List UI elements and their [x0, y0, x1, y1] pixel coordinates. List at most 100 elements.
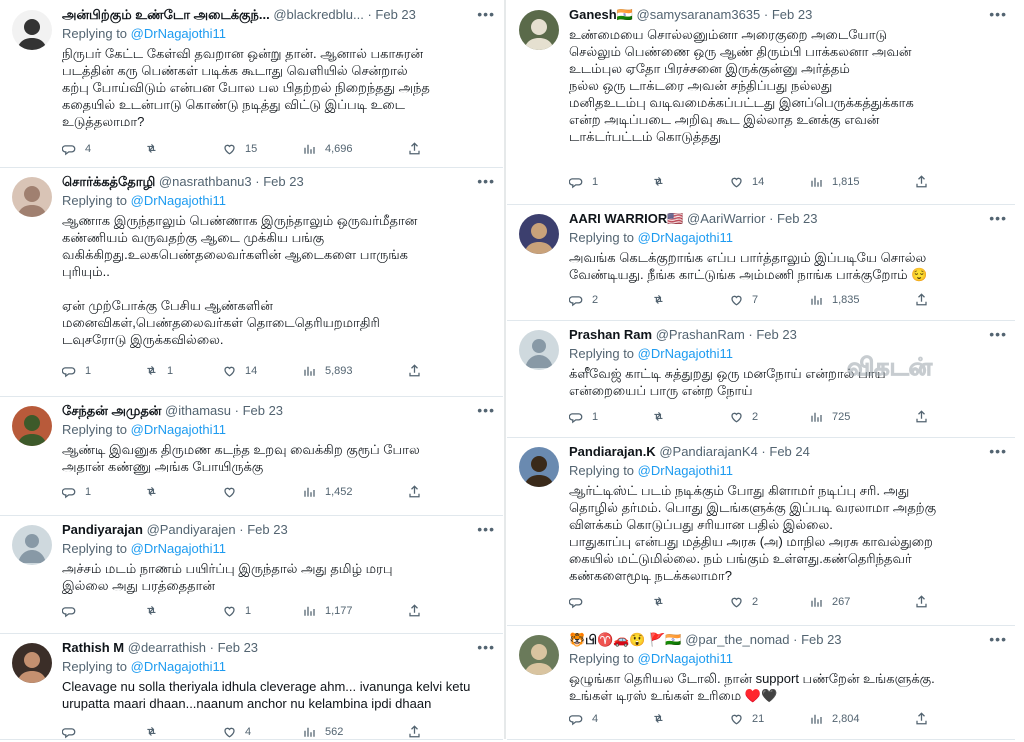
share-button[interactable] [407, 141, 422, 156]
like-button[interactable]: 14 [222, 363, 257, 378]
share-button[interactable] [407, 484, 422, 499]
avatar[interactable] [519, 635, 559, 675]
author-name[interactable]: AARI WARRIOR🇺🇸 [569, 211, 683, 226]
mention-link[interactable]: @DrNagajothi11 [131, 659, 226, 674]
views-button[interactable]: 4,696 [302, 141, 353, 156]
tweet-date[interactable]: Feb 23 [772, 7, 812, 22]
tweet-date[interactable]: Feb 23 [243, 403, 283, 418]
like-button[interactable]: 21 [729, 711, 764, 726]
reply-button[interactable]: 1 [569, 174, 598, 189]
views-button[interactable]: 1,835 [809, 292, 860, 307]
author-name[interactable]: அன்பிற்கும் உண்டோ அடைக்குந்... [62, 7, 270, 22]
views-button[interactable]: 1,452 [302, 484, 353, 499]
author-handle[interactable]: @PandiarajanK4 [659, 444, 757, 459]
author-handle[interactable]: @PrashanRam [656, 327, 745, 342]
mention-link[interactable]: @DrNagajothi11 [131, 422, 226, 437]
tweet-date[interactable]: Feb 23 [756, 327, 796, 342]
share-button[interactable] [407, 724, 422, 739]
retweet-button[interactable] [144, 724, 167, 739]
retweet-button[interactable] [144, 603, 167, 618]
avatar[interactable] [519, 214, 559, 254]
views-button[interactable]: 2,804 [809, 711, 860, 726]
views-button[interactable]: 725 [809, 409, 850, 424]
author-handle[interactable]: @par_the_nomad [685, 632, 789, 647]
author-name[interactable]: சொர்க்கத்தோழி [62, 174, 155, 189]
like-button[interactable]: 4 [222, 724, 251, 739]
reply-button[interactable]: 2 [569, 292, 598, 307]
like-button[interactable]: 14 [729, 174, 764, 189]
author-name[interactable]: Pandiarajan.K [569, 444, 656, 459]
tweet-date[interactable]: Feb 23 [263, 174, 303, 189]
share-button[interactable] [407, 603, 422, 618]
mention-link[interactable]: @DrNagajothi11 [131, 193, 226, 208]
tweet-date[interactable]: Feb 23 [375, 7, 415, 22]
retweet-button[interactable] [651, 409, 674, 424]
author-name[interactable]: 🐯பி♈🚗😲 🚩🇮🇳 [569, 632, 682, 647]
author-name[interactable]: Pandiyarajan [62, 522, 143, 537]
like-button[interactable] [222, 484, 245, 499]
like-button[interactable]: 2 [729, 594, 758, 609]
share-button[interactable] [914, 594, 929, 609]
author-name[interactable]: Ganesh🇮🇳 [569, 7, 633, 22]
reply-button[interactable] [62, 724, 85, 739]
views-button[interactable]: 267 [809, 594, 850, 609]
tweet-date[interactable]: Feb 23 [801, 632, 841, 647]
like-button[interactable]: 7 [729, 292, 758, 307]
avatar[interactable] [519, 10, 559, 50]
avatar[interactable] [519, 330, 559, 370]
reply-button[interactable] [62, 603, 85, 618]
author-handle[interactable]: @blackredblu... [273, 7, 364, 22]
reply-button[interactable]: 1 [62, 363, 91, 378]
reply-button[interactable] [569, 594, 592, 609]
retweet-button[interactable] [651, 292, 674, 307]
author-name[interactable]: Rathish M [62, 640, 124, 655]
avatar[interactable] [12, 643, 52, 683]
tweet-date[interactable]: Feb 24 [769, 444, 809, 459]
reply-button[interactable]: 1 [569, 409, 598, 424]
share-button[interactable] [914, 292, 929, 307]
retweet-button[interactable] [651, 174, 674, 189]
author-handle[interactable]: @samysaranam3635 [637, 7, 761, 22]
retweet-button[interactable] [651, 711, 674, 726]
avatar[interactable] [12, 177, 52, 217]
reply-button[interactable]: 1 [62, 484, 91, 499]
tweet-date[interactable]: Feb 23 [247, 522, 287, 537]
views-button[interactable]: 5,893 [302, 363, 353, 378]
share-button[interactable] [914, 174, 929, 189]
tweet-date[interactable]: Feb 23 [218, 640, 258, 655]
mention-link[interactable]: @DrNagajothi11 [638, 346, 733, 361]
avatar[interactable] [12, 10, 52, 50]
share-button[interactable] [914, 711, 929, 726]
author-name[interactable]: Prashan Ram [569, 327, 652, 342]
avatar[interactable] [519, 447, 559, 487]
like-button[interactable]: 2 [729, 409, 758, 424]
mention-link[interactable]: @DrNagajothi11 [638, 463, 733, 478]
like-button[interactable]: 1 [222, 603, 251, 618]
mention-link[interactable]: @DrNagajothi11 [131, 26, 226, 41]
author-handle[interactable]: @ithamasu [165, 403, 231, 418]
share-button[interactable] [407, 363, 422, 378]
tweet-date[interactable]: Feb 23 [777, 211, 817, 226]
avatar[interactable] [12, 406, 52, 446]
mention-link[interactable]: @DrNagajothi11 [638, 651, 733, 666]
retweet-button[interactable]: 1 [144, 363, 173, 378]
views-button[interactable]: 1,177 [302, 603, 353, 618]
author-handle[interactable]: @nasrathbanu3 [159, 174, 252, 189]
views-button[interactable]: 1,815 [809, 174, 860, 189]
reply-button[interactable]: 4 [62, 141, 91, 156]
retweet-button[interactable] [144, 141, 167, 156]
mention-link[interactable]: @DrNagajothi11 [638, 230, 733, 245]
retweet-button[interactable] [651, 594, 674, 609]
author-name[interactable]: சேந்தன் அமுதன் [62, 403, 161, 418]
like-button[interactable]: 15 [222, 141, 257, 156]
author-handle[interactable]: @Pandiyarajen [147, 522, 236, 537]
reply-button[interactable]: 4 [569, 711, 598, 726]
mention-link[interactable]: @DrNagajothi11 [131, 541, 226, 556]
author-handle[interactable]: @AariWarrior [687, 211, 765, 226]
avatar[interactable] [12, 525, 52, 565]
tweet-body: Rathish M @dearrathish · Feb 23 Replying … [62, 639, 493, 712]
views-button[interactable]: 562 [302, 724, 343, 739]
retweet-button[interactable] [144, 484, 167, 499]
author-handle[interactable]: @dearrathish [128, 640, 206, 655]
share-button[interactable] [914, 409, 929, 424]
